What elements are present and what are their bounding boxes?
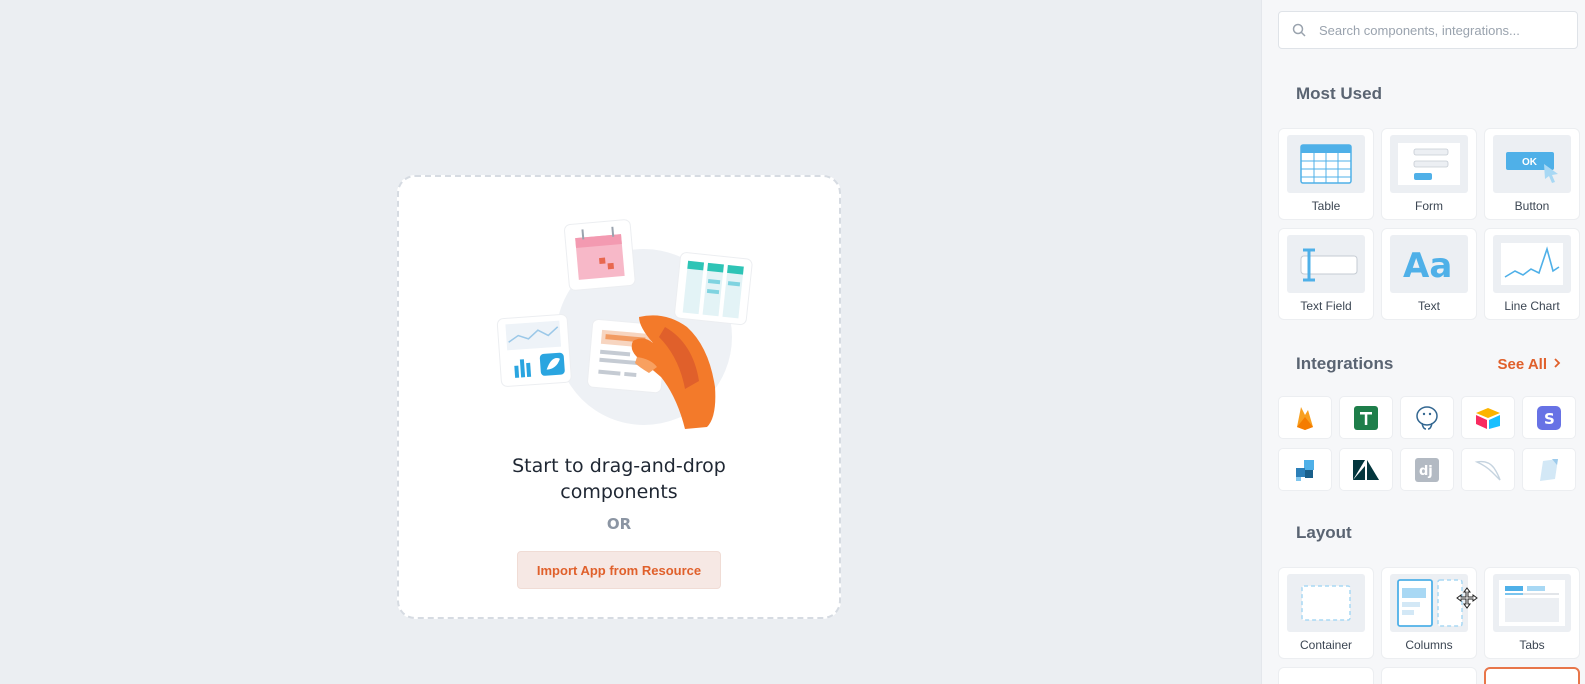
- drop-title-line2: components: [560, 481, 678, 503]
- see-all-label: See All: [1497, 356, 1547, 373]
- component-label: Text Field: [1300, 299, 1352, 313]
- move-cursor-icon: [1456, 587, 1478, 613]
- integration-postgresql[interactable]: [1400, 396, 1454, 439]
- airtable-icon: [1476, 407, 1500, 429]
- integration-firebase[interactable]: [1278, 396, 1332, 439]
- integration-docs[interactable]: [1522, 448, 1576, 491]
- component-more-3[interactable]: [1484, 667, 1580, 684]
- docs-icon: [1540, 458, 1558, 481]
- text-icon: Aa: [1390, 235, 1468, 293]
- stripe-icon: S: [1537, 405, 1561, 430]
- chevron-right-icon: [1553, 356, 1561, 373]
- component-more-1[interactable]: [1278, 667, 1374, 684]
- search-icon: [1279, 23, 1319, 37]
- integrations-grid: S dj: [1278, 396, 1576, 491]
- svg-text:dj: dj: [1419, 464, 1433, 479]
- component-label: Columns: [1405, 638, 1453, 652]
- component-sidebar: Most Used Table Form OK Button Text Fiel…: [1261, 0, 1585, 684]
- integration-airtable[interactable]: [1461, 396, 1515, 439]
- component-form[interactable]: Form: [1381, 128, 1477, 220]
- integration-django[interactable]: dj: [1400, 448, 1454, 491]
- drop-zone[interactable]: Start to drag-and-drop components OR Imp…: [397, 175, 841, 619]
- see-all-link[interactable]: See All: [1498, 356, 1561, 373]
- component-label: Line Chart: [1504, 299, 1560, 313]
- component-container[interactable]: Container: [1278, 567, 1374, 659]
- component-label: Table: [1311, 199, 1341, 213]
- svg-text:OK: OK: [1522, 157, 1538, 168]
- component-label: Text: [1417, 299, 1440, 313]
- container-icon: [1287, 574, 1365, 632]
- component-label: Button: [1514, 199, 1550, 213]
- component-label: Container: [1299, 638, 1353, 652]
- component-label: Tabs: [1519, 638, 1545, 652]
- component-text[interactable]: Aa Text: [1381, 228, 1477, 320]
- or-separator: OR: [606, 515, 632, 533]
- line-chart-icon: [1493, 235, 1571, 293]
- postgresql-icon: [1416, 405, 1438, 430]
- component-label: Form: [1415, 199, 1443, 213]
- section-title-integrations: Integrations: [1296, 354, 1394, 373]
- component-more-2[interactable]: [1381, 667, 1477, 684]
- drop-title-line1: Start to drag-and-drop: [512, 455, 726, 477]
- section-title-layout: Layout: [1296, 523, 1352, 542]
- zendesk-icon: [1353, 459, 1379, 480]
- integration-stripe[interactable]: S: [1522, 396, 1576, 439]
- component-columns[interactable]: Columns: [1381, 567, 1477, 659]
- datastore-icon: [1296, 459, 1314, 481]
- form-icon: [1390, 135, 1468, 193]
- component-button[interactable]: OK Button: [1484, 128, 1580, 220]
- integration-datastore[interactable]: [1278, 448, 1332, 491]
- mysql-icon: [1474, 460, 1501, 480]
- import-app-button[interactable]: Import App from Resource: [517, 551, 721, 589]
- drop-zone-title: Start to drag-and-drop components: [399, 453, 839, 505]
- integration-google-sheets[interactable]: [1339, 396, 1393, 439]
- svg-text:Aa: Aa: [1403, 246, 1452, 285]
- button-icon: OK: [1493, 135, 1571, 193]
- django-icon: dj: [1415, 457, 1439, 482]
- integration-zendesk[interactable]: [1339, 448, 1393, 491]
- svg-text:S: S: [1544, 410, 1555, 428]
- component-table[interactable]: Table: [1278, 128, 1374, 220]
- most-used-grid: Table Form OK Button Text Field Aa Text: [1278, 128, 1580, 320]
- text-field-icon: [1287, 235, 1365, 293]
- integration-mysql[interactable]: [1461, 448, 1515, 491]
- component-text-field[interactable]: Text Field: [1278, 228, 1374, 320]
- canvas[interactable]: Start to drag-and-drop components OR Imp…: [0, 0, 1261, 684]
- layout-grid: Container Columns Tabs: [1278, 567, 1580, 684]
- search-input[interactable]: [1319, 22, 1569, 38]
- search-box[interactable]: [1278, 11, 1578, 49]
- google-sheets-icon: [1354, 405, 1378, 430]
- drag-drop-illustration: [496, 219, 753, 429]
- tabs-icon: [1493, 574, 1571, 632]
- section-title-most-used: Most Used: [1296, 84, 1382, 103]
- component-tabs[interactable]: Tabs: [1484, 567, 1580, 659]
- table-icon: [1287, 135, 1365, 193]
- component-line-chart[interactable]: Line Chart: [1484, 228, 1580, 320]
- firebase-icon: [1297, 406, 1313, 430]
